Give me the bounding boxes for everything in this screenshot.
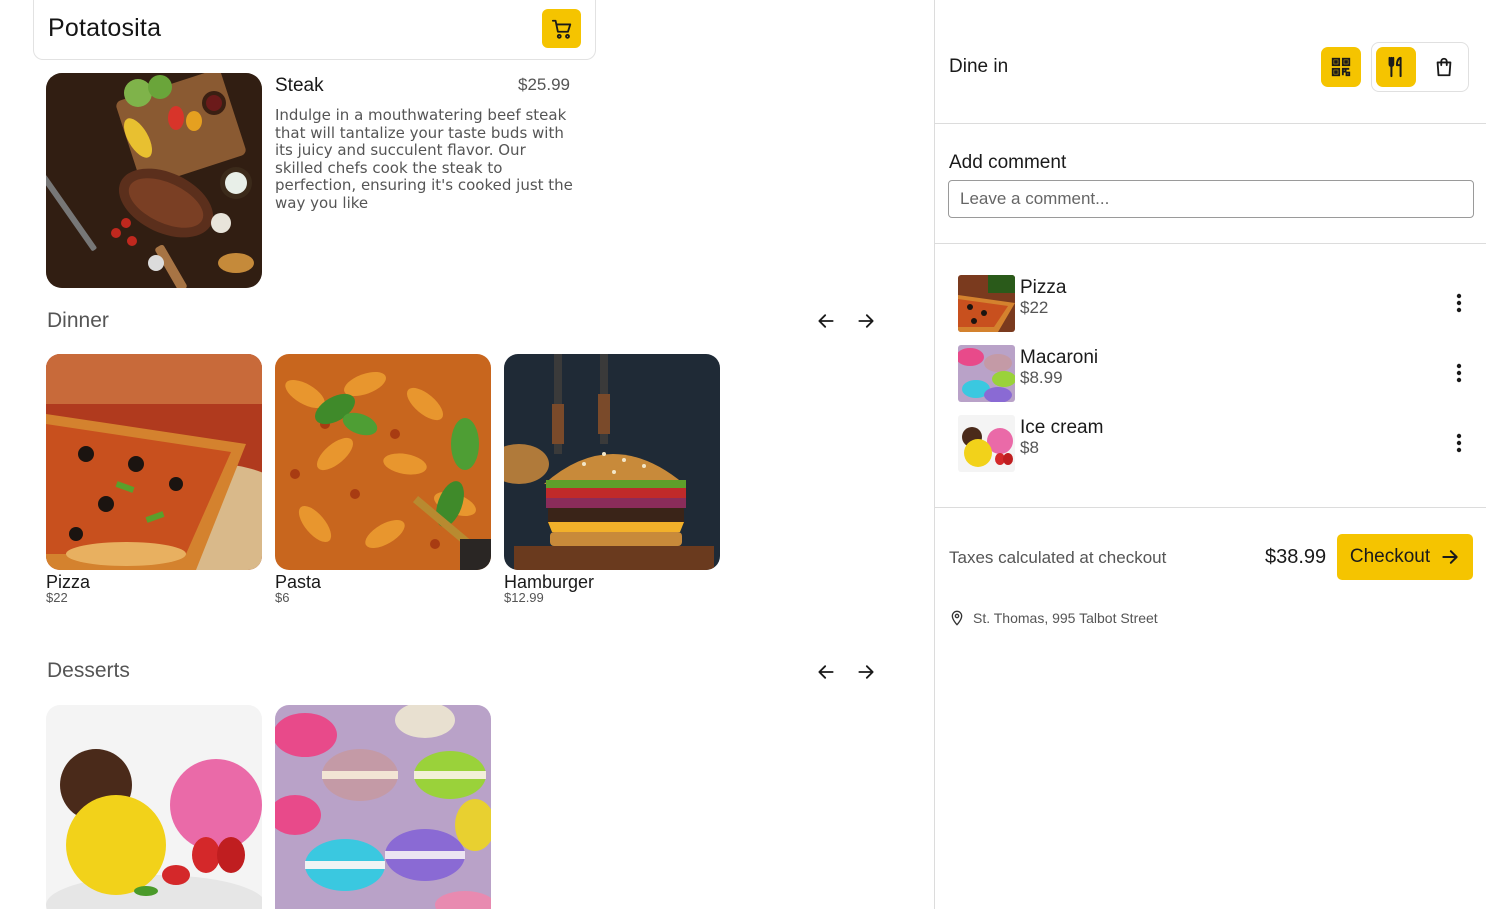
cart-icon <box>551 19 571 39</box>
card-name: Pasta <box>275 572 322 592</box>
order-item-macaroni[interactable]: Macaroni $8.99 <box>958 345 1473 402</box>
card-name: Hamburger <box>504 572 595 592</box>
order-item-pizza[interactable]: Pizza $22 <box>958 275 1473 332</box>
desserts-carousel-controls <box>815 661 877 683</box>
order-item-name: Macaroni <box>1020 347 1099 368</box>
fork-knife-icon <box>1388 56 1402 78</box>
more-vertical-icon <box>1456 293 1462 313</box>
arrow-left-icon <box>818 314 834 328</box>
section-title-desserts: Desserts <box>47 659 130 682</box>
card-price: $6 <box>275 590 290 605</box>
menu-card-ice-cream[interactable] <box>46 705 262 909</box>
card-price: $22 <box>46 590 68 605</box>
menu-card-hamburger[interactable]: Hamburger $12.99 <box>504 354 720 604</box>
comment-label: Add comment <box>949 152 1067 173</box>
order-mode-header: Dine in <box>935 0 1486 124</box>
order-sidebar: Dine in Add comment Leave a comment... P… <box>934 0 1486 909</box>
featured-description: Indulge in a mouthwatering beef steak th… <box>275 106 573 212</box>
shopping-bag-icon <box>1436 57 1452 77</box>
arrow-right-icon <box>1442 550 1458 564</box>
arrow-right-icon <box>858 665 874 679</box>
menu-main: Potatosita Steak $25.99 Indulge in a mou… <box>0 0 934 909</box>
more-vertical-icon <box>1456 433 1462 453</box>
ice-cream-image <box>46 705 262 909</box>
card-price: $12.99 <box>504 590 544 605</box>
more-vertical-icon <box>1456 363 1462 383</box>
order-item-price: $8 <box>1020 438 1039 457</box>
order-mode-toggle <box>1371 42 1469 92</box>
order-thumb-pizza <box>958 275 1015 332</box>
featured-price: $25.99 <box>518 75 570 94</box>
cart-button[interactable] <box>542 9 581 48</box>
dinner-carousel-controls <box>815 310 877 332</box>
order-item-menu-button[interactable] <box>1445 429 1473 457</box>
menu-card-pasta[interactable]: Pasta $6 <box>275 354 491 604</box>
order-item-price: $8.99 <box>1020 368 1063 387</box>
order-total: $38.99 <box>1265 546 1327 568</box>
steak-image <box>46 73 262 288</box>
order-thumb-macaroni <box>958 345 1015 402</box>
order-thumb-ice-cream <box>958 415 1015 472</box>
featured-name: Steak <box>275 75 324 96</box>
restaurant-location: St. Thomas, 995 Talbot Street <box>949 610 1158 626</box>
takeaway-button[interactable] <box>1424 47 1464 87</box>
dinner-prev-button[interactable] <box>815 310 837 332</box>
desserts-prev-button[interactable] <box>815 661 837 683</box>
qr-code-button[interactable] <box>1321 47 1361 87</box>
qr-code-icon <box>1331 57 1351 77</box>
desserts-next-button[interactable] <box>855 661 877 683</box>
section-title-dinner: Dinner <box>47 309 109 332</box>
checkout-label: Checkout <box>1349 546 1431 567</box>
hamburger-image <box>504 354 720 570</box>
order-item-menu-button[interactable] <box>1445 359 1473 387</box>
menu-card-pizza[interactable]: Pizza $22 <box>46 354 262 604</box>
arrow-right-icon <box>858 314 874 328</box>
featured-item[interactable]: Steak $25.99 Indulge in a mouthwatering … <box>46 73 576 288</box>
dine-in-button[interactable] <box>1376 47 1416 87</box>
comment-input[interactable] <box>948 180 1474 218</box>
pasta-image <box>275 354 491 570</box>
comment-section: Add comment <box>935 124 1486 244</box>
top-header: Potatosita <box>33 0 596 60</box>
dine-mode-label: Dine in <box>949 56 1009 77</box>
menu-card-macaroni[interactable] <box>275 705 491 909</box>
location-text: St. Thomas, 995 Talbot Street <box>973 610 1158 626</box>
arrow-left-icon <box>818 665 834 679</box>
checkout-button[interactable]: Checkout <box>1337 534 1473 580</box>
brand-name: Potatosita <box>48 14 162 42</box>
taxes-note: Taxes calculated at checkout <box>949 548 1167 567</box>
location-pin-icon <box>951 610 963 626</box>
order-item-price: $22 <box>1020 298 1049 317</box>
order-list: Pizza $22 Macaroni $8.99 Ice cream $8 <box>935 244 1486 508</box>
macaroni-image <box>275 705 491 909</box>
pizza-image <box>46 354 262 570</box>
order-item-name: Pizza <box>1020 277 1067 298</box>
order-item-name: Ice cream <box>1020 417 1104 438</box>
card-name: Pizza <box>46 572 91 592</box>
order-item-menu-button[interactable] <box>1445 289 1473 317</box>
dinner-next-button[interactable] <box>855 310 877 332</box>
order-item-ice-cream[interactable]: Ice cream $8 <box>958 415 1473 472</box>
